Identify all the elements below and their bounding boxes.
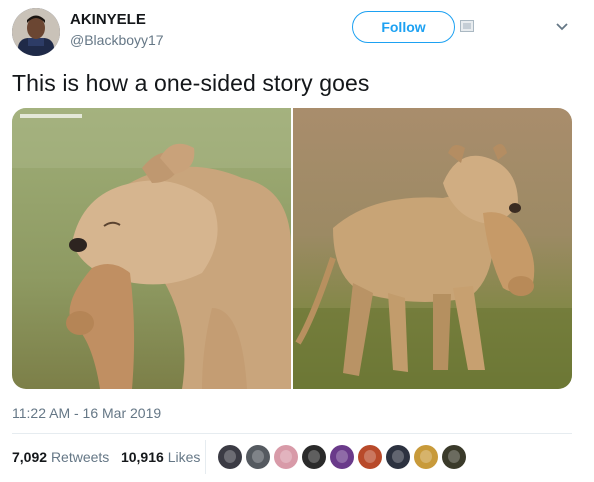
liker-avatar[interactable] <box>302 445 326 469</box>
likes-label: Likes <box>167 449 201 465</box>
liker-avatar[interactable] <box>274 445 298 469</box>
retweets-stat[interactable]: 7,092 Retweets <box>12 449 109 465</box>
liker-avatar[interactable] <box>358 445 382 469</box>
likes-count: 10,916 <box>120 449 164 465</box>
user-handle[interactable]: @Blackboyy17 <box>70 32 164 48</box>
tweet-text: This is how a one-sided story goes <box>12 70 370 96</box>
avatar[interactable] <box>12 8 60 56</box>
divider <box>12 433 572 434</box>
liker-avatar[interactable] <box>442 445 466 469</box>
tweet-media[interactable] <box>12 108 572 389</box>
retweets-label: Retweets <box>50 449 110 465</box>
profile-avatar-image <box>12 8 60 56</box>
lioness-walking-photo[interactable] <box>293 108 572 389</box>
lioness-closeup-photo[interactable] <box>12 108 291 389</box>
retweets-count: 7,092 <box>12 449 48 465</box>
tweet-stats: 7,092 Retweets 10,916 Likes <box>12 449 200 465</box>
liker-avatar[interactable] <box>218 445 242 469</box>
liker-avatar[interactable] <box>414 445 438 469</box>
liker-avatar[interactable] <box>330 445 354 469</box>
chevron-down-icon[interactable] <box>555 22 569 32</box>
extension-icon[interactable] <box>460 20 474 32</box>
follow-button[interactable]: Follow <box>352 11 455 43</box>
tweet-timestamp[interactable]: 11:22 AM - 16 Mar 2019 <box>12 405 161 421</box>
likes-stat[interactable]: 10,916 Likes <box>121 449 200 465</box>
liker-avatar[interactable] <box>386 445 410 469</box>
display-name[interactable]: AKINYELE <box>70 11 146 28</box>
liker-avatar[interactable] <box>246 445 270 469</box>
stats-divider <box>205 440 206 474</box>
